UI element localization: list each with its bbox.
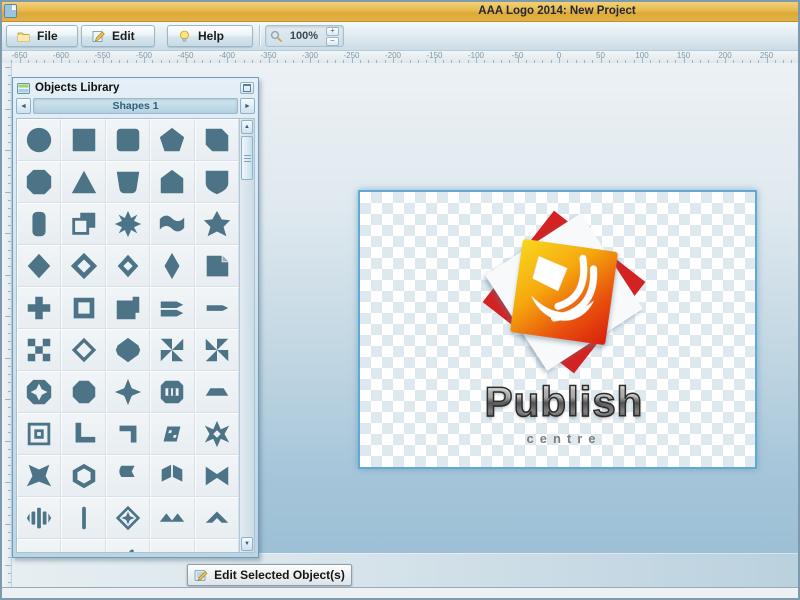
shape-diamond-fat[interactable] [106,329,150,371]
shape-wave-banner[interactable] [150,203,194,245]
objects-library-title: Objects Library [35,82,235,94]
category-next-button[interactable]: ► [240,98,255,114]
shape-bar-vertical[interactable] [61,497,105,539]
shape-cube-outline[interactable] [61,455,105,497]
shape-corner-bracket-bl[interactable] [61,413,105,455]
shape-octagon-round[interactable] [61,371,105,413]
file-icon [17,30,30,43]
shape-equalizer[interactable] [17,497,61,539]
edit-object-icon [194,569,208,582]
shape-star-5[interactable] [195,203,239,245]
shape-diamond[interactable] [17,245,61,287]
shape-double-arrow-bars[interactable] [150,287,194,329]
toolbar-separator [259,25,261,46]
shape-arrow-bar[interactable] [195,287,239,329]
shape-octagon-star-hole[interactable] [17,371,61,413]
zoom-out-button[interactable]: − [326,37,339,46]
shape-star-8[interactable] [106,203,150,245]
shape-diamond-outline[interactable] [61,329,105,371]
zoom-value: 100% [282,30,326,42]
category-prev-button[interactable]: ◄ [16,98,31,114]
shape-corner-bracket-tr[interactable] [106,413,150,455]
shape-pentagon[interactable] [150,119,194,161]
window-title: AAA Logo 2014: New Project [478,5,635,17]
shape-cut-corner-square[interactable] [195,119,239,161]
shape-diamond-frame-points[interactable] [61,245,105,287]
app-window: AAA Logo 2014: New Project File Edit Hel… [0,0,800,600]
shape-pinwheel-alt[interactable] [195,329,239,371]
file-button[interactable]: File [6,25,78,47]
shape-checkerboard[interactable] [17,329,61,371]
scrollbar-thumb[interactable] [241,136,253,180]
shape-v-ribbon[interactable] [150,539,194,552]
shape-double-arch[interactable] [195,539,239,552]
help-button[interactable]: Help [167,25,253,47]
shape-pill-vertical[interactable] [17,203,61,245]
shape-flag-mirror[interactable] [150,455,194,497]
shapes-grid [17,119,239,552]
logo-canvas[interactable]: Publish centre [358,190,757,469]
file-button-label: File [37,29,58,43]
title-bar: AAA Logo 2014: New Project [2,2,798,22]
edit-selected-objects-label: Edit Selected Object(s) [214,568,345,582]
shape-diamond-ring[interactable] [106,245,150,287]
shape-ribbon-curl[interactable] [106,455,150,497]
shape-pinwheel[interactable] [150,329,194,371]
shape-stepped-square[interactable] [106,287,150,329]
shape-folded-corner-square[interactable] [195,245,239,287]
shape-circle[interactable] [17,119,61,161]
shapes-scrollbar[interactable]: ▲ ▼ [239,119,254,552]
publish-logo-art [476,204,652,380]
magnifier-icon [270,30,282,42]
app-icon [4,4,17,18]
shape-plus[interactable] [17,287,61,329]
shape-square-frame[interactable] [61,287,105,329]
shape-diamond-thin[interactable] [150,245,194,287]
shape-shield[interactable] [195,161,239,203]
help-button-label: Help [198,29,224,43]
zoom-control: 100% + − [265,25,344,47]
logo-title-text: Publish [485,378,644,426]
shape-concentric-squares[interactable] [17,413,61,455]
edit-icon [92,30,105,43]
scroll-up-button[interactable]: ▲ [241,120,253,134]
shape-bowtie[interactable] [195,455,239,497]
shape-parallelogram-dotted[interactable] [150,413,194,455]
workspace-bottom-strip [12,553,798,587]
help-icon [178,30,191,43]
shape-double-peak[interactable] [150,497,194,539]
shape-overlap-squares[interactable] [61,203,105,245]
toolbar: File Edit Help 100% + − [2,22,798,51]
category-title[interactable]: Shapes 1 [33,98,238,114]
shape-tub[interactable] [106,161,150,203]
shape-shuriken[interactable] [195,413,239,455]
logo-subtitle-text: centre [526,431,601,446]
shape-rounded-square[interactable] [106,119,150,161]
shape-pentagon-house[interactable] [150,161,194,203]
shape-triangle[interactable] [61,161,105,203]
shape-octagon-barred[interactable] [150,371,194,413]
edit-button-label: Edit [112,29,135,43]
edit-selected-objects-button[interactable]: Edit Selected Object(s) [187,564,352,586]
scroll-down-button[interactable]: ▼ [241,537,253,551]
panel-minimize-button[interactable] [240,82,254,94]
shape-trapezoid-flat[interactable] [195,371,239,413]
objects-library-header[interactable]: Objects Library [13,78,258,98]
objects-library-panel: Objects Library ◄ Shapes 1 ► ▲ ▼ [12,77,259,558]
shape-octagon[interactable] [17,161,61,203]
edit-button[interactable]: Edit [81,25,155,47]
shape-star-jagged[interactable] [17,455,61,497]
shape-diamond-star[interactable] [106,497,150,539]
shape-w-chevron[interactable] [17,539,61,552]
shape-star-4[interactable] [106,371,150,413]
vertical-ruler [2,63,12,587]
shape-v-chevron[interactable] [61,539,105,552]
shape-sail[interactable] [106,539,150,552]
zoom-in-button[interactable]: + [326,27,339,36]
shape-square[interactable] [61,119,105,161]
shapes-panel-body: ▲ ▼ [16,118,255,553]
shape-chevron-up[interactable] [195,497,239,539]
library-icon [17,83,30,94]
status-bar [2,587,798,598]
